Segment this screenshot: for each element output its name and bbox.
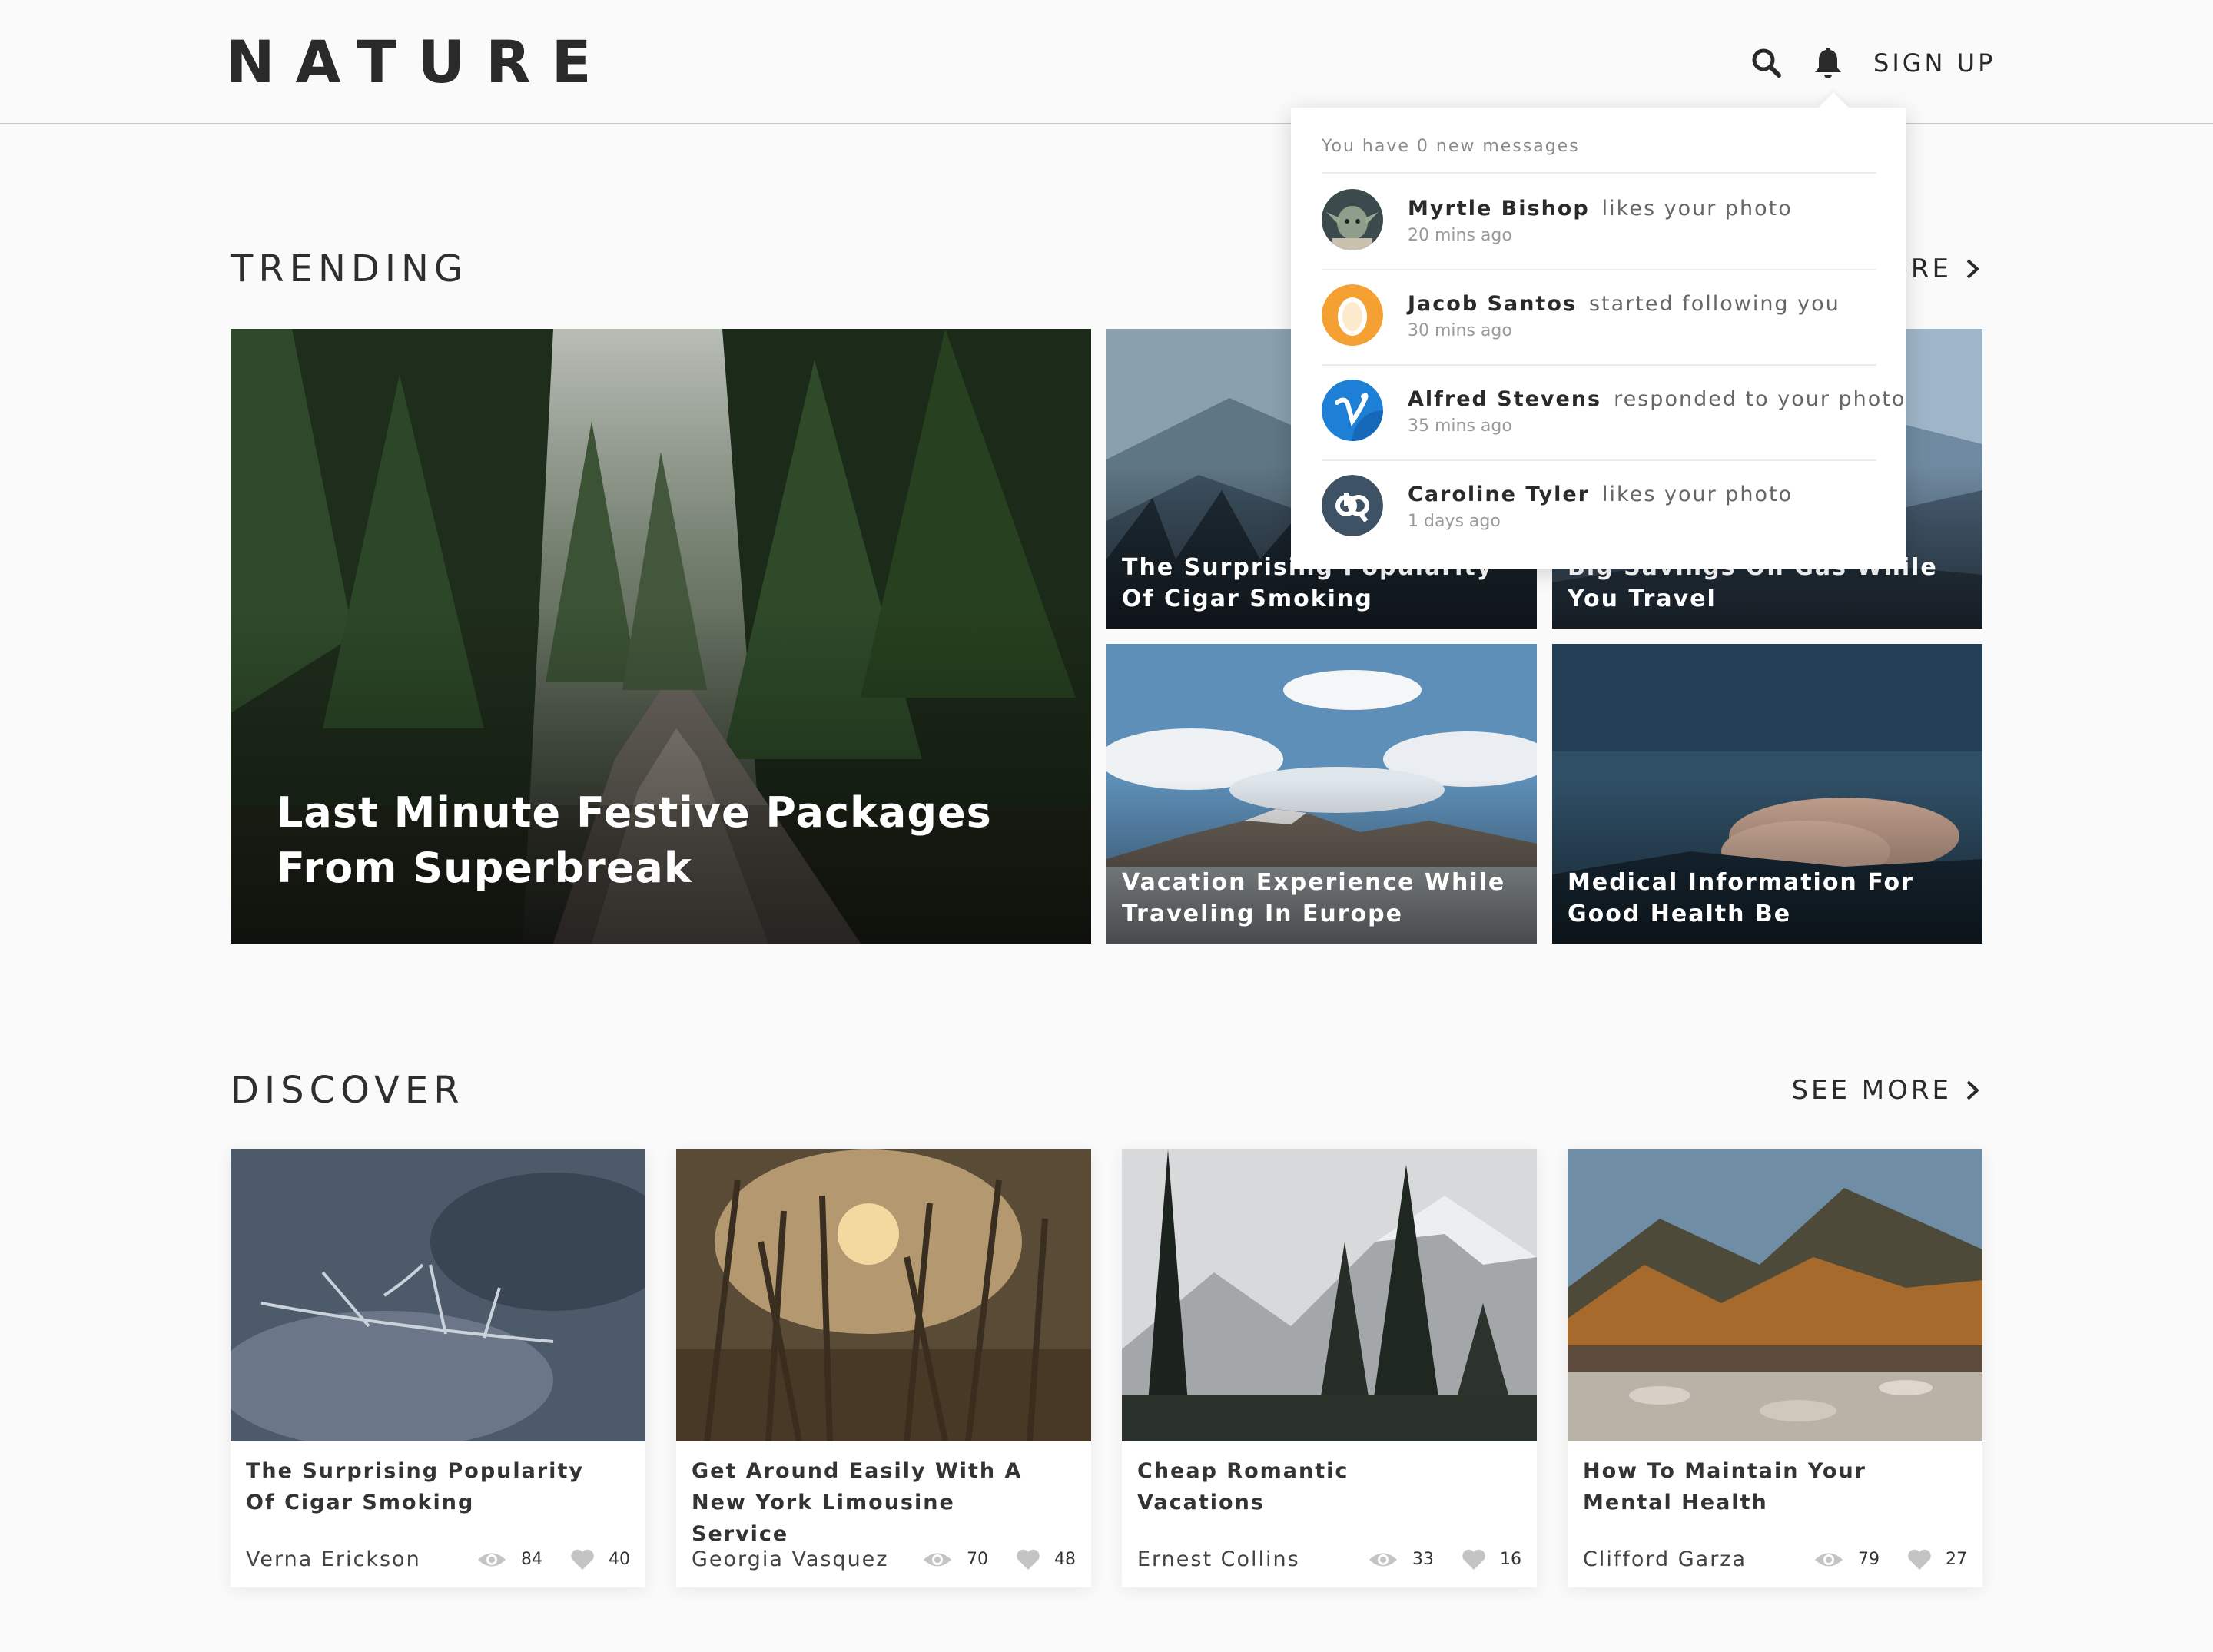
trending-tile-title: Vacation Experience While Traveling In E… — [1122, 869, 1506, 927]
notification-action: started following you — [1588, 292, 1840, 316]
eye-icon — [924, 1553, 951, 1567]
view-count: 79 — [1858, 1550, 1880, 1569]
trending-tile-4[interactable]: Vacation Experience While Traveling In E… — [1106, 644, 1537, 944]
notifications-dropdown: You have 0 new messages Myrtle Bishop lik… — [1291, 92, 1906, 569]
discover-card[interactable]: Cheap Romantic Vacations Ernest Collins … — [1122, 1149, 1537, 1587]
card-title: Cheap Romantic Vacations — [1137, 1459, 1349, 1514]
card-author[interactable]: Clifford Garza — [1583, 1546, 1747, 1574]
trending-tile-title: Last Minute Festive Packages From Superb… — [277, 788, 992, 892]
chevron-right-icon — [1966, 1080, 1979, 1100]
heart-icon[interactable] — [1907, 1548, 1932, 1571]
avatar[interactable] — [1322, 475, 1383, 536]
trending-title: TRENDING — [231, 247, 469, 290]
discover-see-more-link[interactable]: SEE MORE — [1791, 1067, 1981, 1113]
sign-up-link[interactable]: SIGN UP — [1873, 45, 1996, 81]
notification-item[interactable]: Myrtle Bishop likes your photo 20 mins ag… — [1322, 174, 1876, 269]
card-stats: 79 27 — [1813, 1546, 1967, 1574]
notification-item[interactable]: Alfred Stevens responded to your photo 35… — [1322, 364, 1904, 459]
notification-time: 30 mins ago — [1408, 321, 1512, 340]
eye-icon — [478, 1553, 506, 1567]
card-title: The Surprising Popularity Of Cigar Smoki… — [246, 1459, 584, 1514]
card-image — [676, 1149, 1091, 1441]
trending-tile-title: Medical Information For Good Health Be — [1568, 869, 1914, 927]
card-stats: 33 16 — [1368, 1546, 1521, 1574]
top-navbar: NATURE SIGN UP — [0, 0, 2213, 124]
notification-action: likes your photo — [1601, 197, 1793, 221]
see-more-label: SEE MORE — [1791, 1075, 1952, 1106]
site-logo[interactable]: NATURE — [226, 28, 612, 97]
card-title: How To Maintain Your Mental Health — [1583, 1459, 1866, 1514]
notification-time: 1 days ago — [1408, 512, 1501, 531]
view-count: 33 — [1412, 1550, 1434, 1569]
frosted-plant-image — [231, 1149, 645, 1441]
trending-tile-featured[interactable]: Last Minute Festive Packages From Superb… — [231, 329, 1091, 944]
eye-icon — [1369, 1553, 1397, 1567]
like-count: 48 — [1054, 1550, 1076, 1569]
notification-action: likes your photo — [1602, 483, 1793, 506]
like-count: 27 — [1946, 1550, 1967, 1569]
notification-user-name[interactable]: Caroline Tyler — [1408, 483, 1590, 506]
view-count: 70 — [967, 1550, 988, 1569]
notification-action: responded to your photo — [1614, 387, 1906, 411]
logo-avatar-icon — [1322, 475, 1383, 536]
discover-title: DISCOVER — [231, 1069, 465, 1112]
notification-time: 20 mins ago — [1408, 226, 1512, 245]
view-count: 84 — [521, 1550, 542, 1569]
card-author[interactable]: Georgia Vasquez — [692, 1546, 888, 1574]
card-author[interactable]: Verna Erickson — [246, 1546, 421, 1574]
notifications-header: You have 0 new messages — [1322, 137, 1580, 156]
avatar[interactable] — [1322, 189, 1383, 250]
card-title: Get Around Easily With A New York Limous… — [692, 1459, 1023, 1546]
eye-icon — [1815, 1553, 1843, 1567]
discover-card[interactable]: How To Maintain Your Mental Health Cliff… — [1568, 1149, 1982, 1587]
notification-item[interactable]: Caroline Tyler likes your photo 1 days ag… — [1322, 459, 1876, 555]
search-icon[interactable] — [1748, 45, 1785, 81]
autumn-river-image — [1568, 1149, 1982, 1441]
card-image — [231, 1149, 645, 1441]
discover-card[interactable]: Get Around Easily With A New York Limous… — [676, 1149, 1091, 1587]
snowy-forest-image — [1122, 1149, 1537, 1441]
heart-icon[interactable] — [1016, 1548, 1040, 1571]
notification-time: 35 mins ago — [1408, 416, 1512, 436]
notification-item[interactable]: Jacob Santos started following you 30 min… — [1322, 269, 1876, 364]
bell-icon[interactable] — [1810, 45, 1846, 81]
heart-icon[interactable] — [1462, 1548, 1486, 1571]
discover-card[interactable]: The Surprising Popularity Of Cigar Smoki… — [231, 1149, 645, 1587]
sunset-grass-image — [676, 1149, 1091, 1441]
avatar[interactable] — [1322, 284, 1383, 346]
card-image — [1122, 1149, 1537, 1441]
egg-avatar-icon — [1322, 284, 1383, 346]
notification-user-name[interactable]: Myrtle Bishop — [1408, 197, 1590, 221]
card-stats: 84 40 — [476, 1546, 630, 1574]
chevron-right-icon — [1966, 259, 1979, 279]
yoda-avatar-icon — [1322, 189, 1383, 250]
like-count: 16 — [1500, 1550, 1521, 1569]
card-stats: 70 48 — [922, 1546, 1076, 1574]
notification-user-name[interactable]: Jacob Santos — [1408, 292, 1577, 316]
vimeo-avatar-icon — [1322, 380, 1383, 441]
notification-user-name[interactable]: Alfred Stevens — [1408, 387, 1601, 411]
heart-icon[interactable] — [570, 1548, 595, 1571]
like-count: 40 — [609, 1550, 630, 1569]
trending-tile-5[interactable]: Medical Information For Good Health Be — [1552, 644, 1982, 944]
card-image — [1568, 1149, 1982, 1441]
avatar[interactable] — [1322, 380, 1383, 441]
card-author[interactable]: Ernest Collins — [1137, 1546, 1300, 1574]
